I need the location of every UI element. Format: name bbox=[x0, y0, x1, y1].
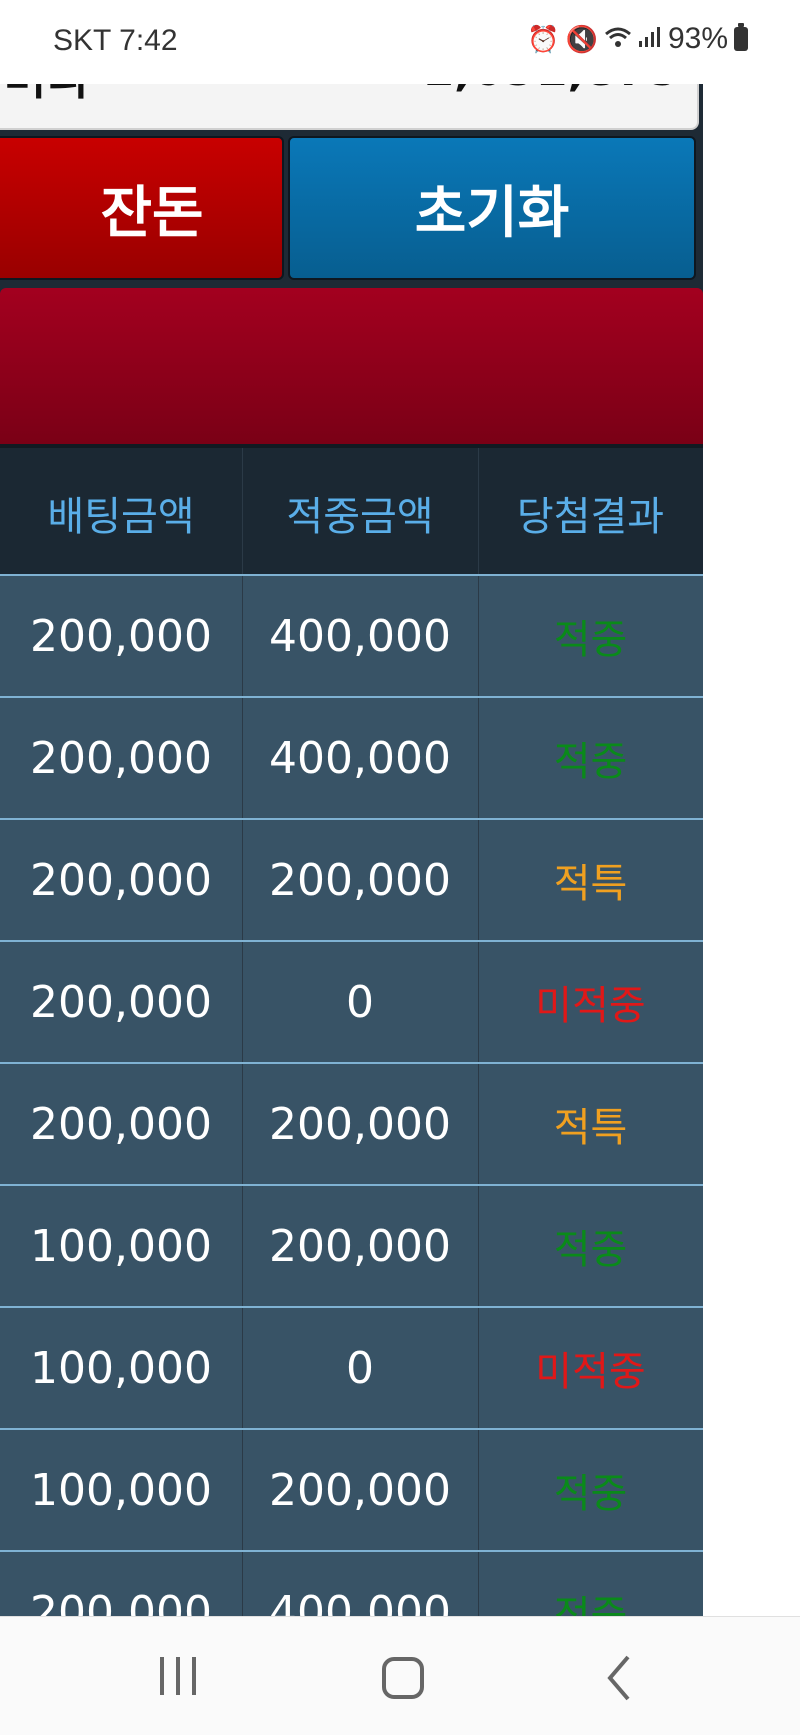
result-cell: 적중 bbox=[553, 1593, 628, 1616]
result-cell: 적중 bbox=[553, 1471, 628, 1517]
betting-app: 머리 1,651,879 잔돈 초기화 배팅금액 적중금액 당첨결과 200,0… bbox=[0, 64, 703, 1616]
win-amount-cell: 200,000 bbox=[269, 1098, 451, 1150]
home-icon[interactable] bbox=[370, 1653, 430, 1703]
result-cell: 적중 bbox=[553, 617, 628, 663]
battery-percent: 93% bbox=[667, 22, 728, 55]
mute-icon: 🔇 bbox=[565, 24, 598, 54]
status-bar: SKT 7:42 ⏰ 🔇 93% bbox=[0, 0, 800, 84]
back-icon[interactable] bbox=[600, 1653, 660, 1703]
win-amount-cell: 400,000 bbox=[269, 732, 451, 784]
header-win-amount: 적중금액 bbox=[286, 494, 434, 540]
bet-amount-cell: 200,000 bbox=[30, 854, 212, 906]
win-amount-cell: 400,000 bbox=[269, 1586, 451, 1617]
bet-amount-cell: 200,000 bbox=[30, 976, 212, 1028]
reset-button[interactable]: 초기화 bbox=[288, 136, 696, 280]
table-row: 100,000 200,000 적중 bbox=[0, 1428, 703, 1550]
result-cell: 적특 bbox=[553, 861, 628, 907]
table-row: 200,000 200,000 적특 bbox=[0, 1062, 703, 1184]
result-cell: 적중 bbox=[553, 739, 628, 785]
bet-amount-cell: 200,000 bbox=[30, 732, 212, 784]
bet-amount-cell: 200,000 bbox=[30, 1586, 212, 1617]
balance-button-label: 잔돈 bbox=[100, 180, 204, 246]
table-header: 배팅금액 적중금액 당첨결과 bbox=[0, 444, 703, 578]
result-cell: 미적중 bbox=[535, 983, 646, 1029]
win-amount-cell: 400,000 bbox=[269, 610, 451, 662]
battery-icon bbox=[734, 23, 748, 51]
win-amount-cell: 200,000 bbox=[269, 1220, 451, 1272]
table-row: 200,000 400,000 적중 bbox=[0, 574, 703, 696]
table-row: 200,000 400,000 적중 bbox=[0, 696, 703, 818]
bet-amount-cell: 200,000 bbox=[30, 1098, 212, 1150]
result-cell: 적중 bbox=[553, 1227, 628, 1273]
table-row: 100,000 0 미적중 bbox=[0, 1306, 703, 1428]
table-row: 200,000 200,000 적특 bbox=[0, 818, 703, 940]
header-result: 당첨결과 bbox=[516, 494, 665, 540]
navigation-bar bbox=[0, 1616, 800, 1735]
bet-amount-cell: 200,000 bbox=[30, 610, 212, 662]
status-icons: ⏰ 🔇 93% bbox=[527, 22, 748, 56]
reset-button-label: 초기화 bbox=[414, 180, 570, 246]
signal-icon bbox=[638, 25, 662, 53]
bet-history-table: 200,000 400,000 적중 200,000 400,000 적중 200,000 2… bbox=[0, 574, 703, 1616]
result-cell: 적특 bbox=[553, 1105, 628, 1151]
win-amount-cell: 0 bbox=[346, 976, 374, 1028]
header-bet-amount: 배팅금액 bbox=[47, 494, 195, 540]
table-row: 100,000 200,000 적중 bbox=[0, 1184, 703, 1306]
wifi-icon bbox=[604, 25, 632, 53]
recent-apps-icon[interactable] bbox=[148, 1653, 208, 1703]
win-amount-cell: 200,000 bbox=[269, 854, 451, 906]
carrier-time: SKT 7:42 bbox=[53, 24, 178, 57]
bet-amount-cell: 100,000 bbox=[30, 1464, 212, 1516]
table-row: 200,000 400,000 적중 bbox=[0, 1550, 703, 1616]
alarm-icon: ⏰ bbox=[527, 24, 560, 54]
win-amount-cell: 0 bbox=[346, 1342, 374, 1394]
bet-amount-cell: 100,000 bbox=[30, 1342, 212, 1394]
bet-amount-cell: 100,000 bbox=[30, 1220, 212, 1272]
win-amount-cell: 200,000 bbox=[269, 1464, 451, 1516]
red-banner bbox=[0, 288, 703, 444]
result-cell: 미적중 bbox=[535, 1349, 646, 1395]
balance-button[interactable]: 잔돈 bbox=[0, 136, 284, 280]
table-row: 200,000 0 미적중 bbox=[0, 940, 703, 1062]
